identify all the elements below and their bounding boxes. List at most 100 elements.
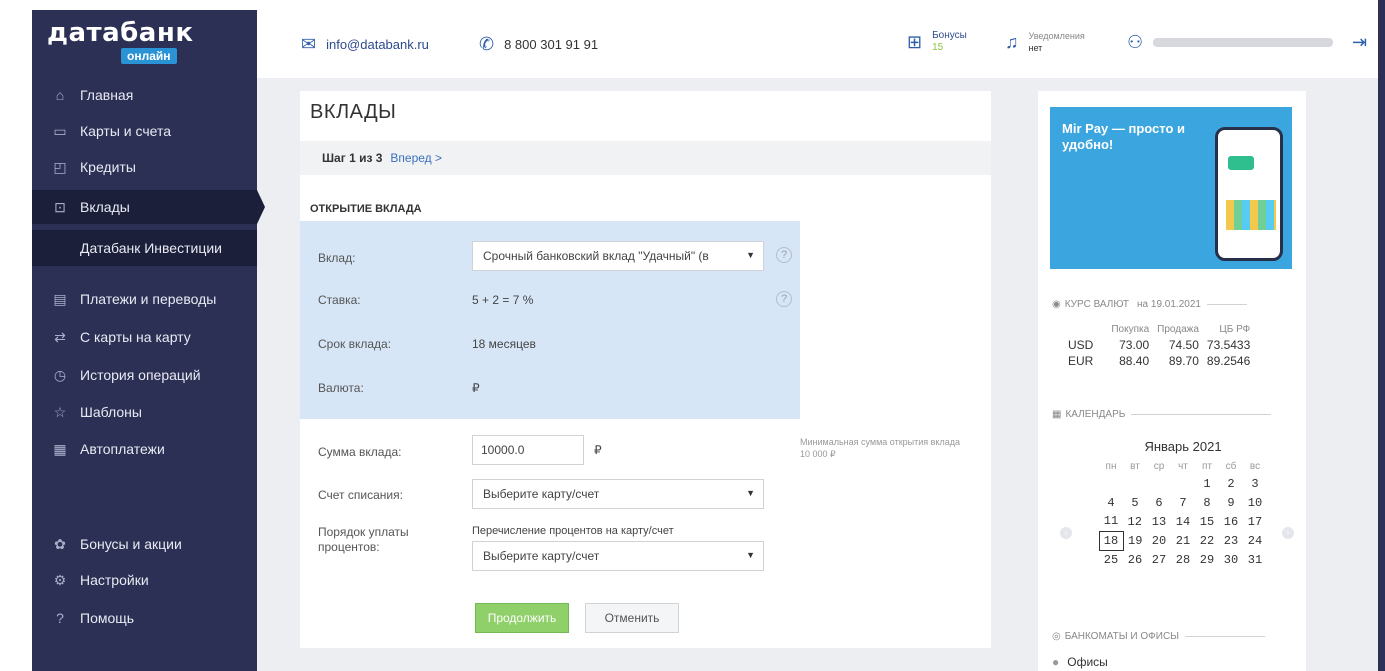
interest-account-select[interactable]: Выберите карту/счет ▼ <box>472 541 764 571</box>
sidebar-item-cards[interactable]: ▭ Карты и счета <box>32 114 257 148</box>
calendar-week: 18 19 20 21 22 23 24 <box>1098 530 1267 551</box>
notifications-label: Уведомления <box>1028 31 1085 41</box>
notifications-widget[interactable]: ♫ Уведомления нет <box>1005 30 1085 54</box>
deposit-select-value: Срочный банковский вклад "Удачный" (в <box>483 249 709 263</box>
sidebar-item-label: С карты на карту <box>80 329 191 345</box>
calendar-day[interactable]: 3 <box>1243 474 1267 493</box>
calendar-day[interactable]: 23 <box>1219 531 1243 550</box>
deposit-info-block: Вклад: Срочный банковский вклад "Удачный… <box>300 221 800 419</box>
calendar-day[interactable]: 31 <box>1243 550 1267 569</box>
sidebar-item-history[interactable]: ◷ История операций <box>32 358 257 392</box>
logout-button[interactable]: ⇥ <box>1352 32 1377 53</box>
rates-title: КУРС ВАЛЮТ <box>1064 299 1130 310</box>
calendar-day[interactable]: 8 <box>1195 493 1219 512</box>
step-indicator: Шаг 1 из 3 <box>322 151 383 165</box>
sidebar-item-help[interactable]: ? Помощь <box>32 601 257 635</box>
term-value: 18 месяцев <box>472 337 536 351</box>
calendar-day[interactable]: 5 <box>1123 493 1147 512</box>
calendar-day[interactable]: 11 <box>1099 512 1123 531</box>
calendar-day[interactable]: 30 <box>1219 550 1243 569</box>
logo[interactable]: датабанк онлайн <box>47 18 193 64</box>
calendar-day[interactable]: 9 <box>1219 493 1243 512</box>
sidebar-item-autopay[interactable]: ▦ Автоплатежи <box>32 432 257 466</box>
sidebar-item-deposits[interactable]: ⊡ Вклады <box>32 190 265 224</box>
currency-value: ₽ <box>472 381 480 395</box>
phone-icon: ✆ <box>479 34 495 54</box>
calendar: Январь 2021 пн вт ср чт пт сб вс 1 2 3 4… <box>1078 439 1288 569</box>
sidebar-item-payments[interactable]: ▤ Платежи и переводы <box>32 282 257 316</box>
account-select-value: Выберите карту/счет <box>483 487 600 501</box>
rates-col-buy: Покупка <box>1111 323 1150 335</box>
user-icon: ⚇ <box>1127 32 1144 52</box>
mir-pay-banner[interactable]: Mir Pay — просто и удобно! <box>1050 107 1292 269</box>
cancel-button[interactable]: Отменить <box>585 603 679 633</box>
calendar-day[interactable]: 29 <box>1195 550 1219 569</box>
calendar-day[interactable]: 6 <box>1147 493 1171 512</box>
account-label: Счет списания: <box>318 488 403 502</box>
phone-link[interactable]: ✆ 8 800 301 91 91 <box>479 34 598 55</box>
calendar-day[interactable]: 26 <box>1123 550 1147 569</box>
calendar-next-button[interactable]: › <box>1282 527 1294 539</box>
next-step-link[interactable]: Вперед > <box>390 151 442 165</box>
dropdown-arrow-icon: ▼ <box>746 250 755 260</box>
rate-cb: 73.5433 <box>1206 338 1251 352</box>
calendar-day[interactable]: 24 <box>1243 531 1267 550</box>
sidebar-item-settings[interactable]: ⚙ Настройки <box>32 563 257 597</box>
amount-label: Сумма вклада: <box>318 445 402 459</box>
rate-buy: 88.40 <box>1119 354 1150 368</box>
sidebar-item-bonuses[interactable]: ✿ Бонусы и акции <box>32 527 257 561</box>
offices-label: Офисы <box>1067 655 1108 669</box>
calendar-day-today[interactable]: 18 <box>1098 530 1124 551</box>
sidebar-item-credits[interactable]: ◰ Кредиты <box>32 150 257 184</box>
deposit-select[interactable]: Срочный банковский вклад "Удачный" (в ▼ <box>472 241 764 271</box>
user-profile[interactable]: ⚇ <box>1127 32 1334 53</box>
rate-help-icon[interactable]: ? <box>776 291 792 307</box>
calendar-day[interactable]: 13 <box>1147 512 1171 531</box>
calendar-day[interactable]: 21 <box>1171 531 1195 550</box>
calendar-month: Январь 2021 <box>1144 439 1222 454</box>
weekday: чт <box>1178 460 1188 472</box>
mail-icon: ✉ <box>301 34 317 54</box>
calendar-day[interactable]: 28 <box>1171 550 1195 569</box>
email-link[interactable]: ✉ info@databank.ru <box>301 34 429 55</box>
account-select[interactable]: Выберите карту/счет ▼ <box>472 479 764 509</box>
calendar-day[interactable] <box>1147 474 1171 493</box>
calendar-day[interactable]: 27 <box>1147 550 1171 569</box>
bonuses-widget[interactable]: ⊞ Бонусы 15 <box>907 30 967 54</box>
calendar-day[interactable]: 2 <box>1219 474 1243 493</box>
calendar-day[interactable]: 14 <box>1171 512 1195 531</box>
phone-illustration-icon <box>1215 127 1283 261</box>
sidebar: датабанк онлайн ⌂ Главная ▭ Карты и счет… <box>32 10 265 671</box>
continue-button[interactable]: Продолжить <box>475 603 569 633</box>
calendar-day[interactable]: 22 <box>1195 531 1219 550</box>
email-text: info@databank.ru <box>326 37 429 52</box>
sidebar-item-templates[interactable]: ☆ Шаблоны <box>32 395 257 429</box>
notifications-value: нет <box>1028 43 1043 53</box>
calendar-day[interactable]: 20 <box>1147 531 1171 550</box>
calendar-day[interactable]: 7 <box>1171 493 1195 512</box>
weekday: ср <box>1153 460 1165 472</box>
calendar-day[interactable] <box>1123 474 1147 493</box>
calendar-day[interactable]: 17 <box>1243 512 1267 531</box>
calendar-day[interactable]: 4 <box>1099 493 1123 512</box>
calendar-day[interactable]: 19 <box>1123 531 1147 550</box>
calendar-day[interactable]: 12 <box>1123 512 1147 531</box>
sidebar-item-card-transfer[interactable]: ⇄ С карты на карту <box>32 320 257 354</box>
deposit-help-icon[interactable]: ? <box>776 247 792 263</box>
calendar-day[interactable]: 16 <box>1219 512 1243 531</box>
settings-icon: ⚙ <box>53 572 67 588</box>
calendar-day[interactable]: 10 <box>1243 493 1267 512</box>
sidebar-item-home[interactable]: ⌂ Главная <box>32 78 257 112</box>
rate-buy: 73.00 <box>1119 338 1150 352</box>
calendar-day[interactable]: 25 <box>1099 550 1123 569</box>
calendar-day[interactable]: 15 <box>1195 512 1219 531</box>
sidebar-item-label: Шаблоны <box>80 404 142 420</box>
calendar-day[interactable] <box>1099 474 1123 493</box>
offices-option[interactable]: ● Офисы <box>1052 655 1108 669</box>
amount-input[interactable]: 10000.0 <box>472 435 584 465</box>
help-icon: ? <box>56 610 64 626</box>
sidebar-subitem-investments[interactable]: Датабанк Инвестиции <box>32 230 257 266</box>
calendar-prev-button[interactable]: ‹ <box>1060 527 1072 539</box>
calendar-day[interactable] <box>1171 474 1195 493</box>
calendar-day[interactable]: 1 <box>1195 474 1219 493</box>
